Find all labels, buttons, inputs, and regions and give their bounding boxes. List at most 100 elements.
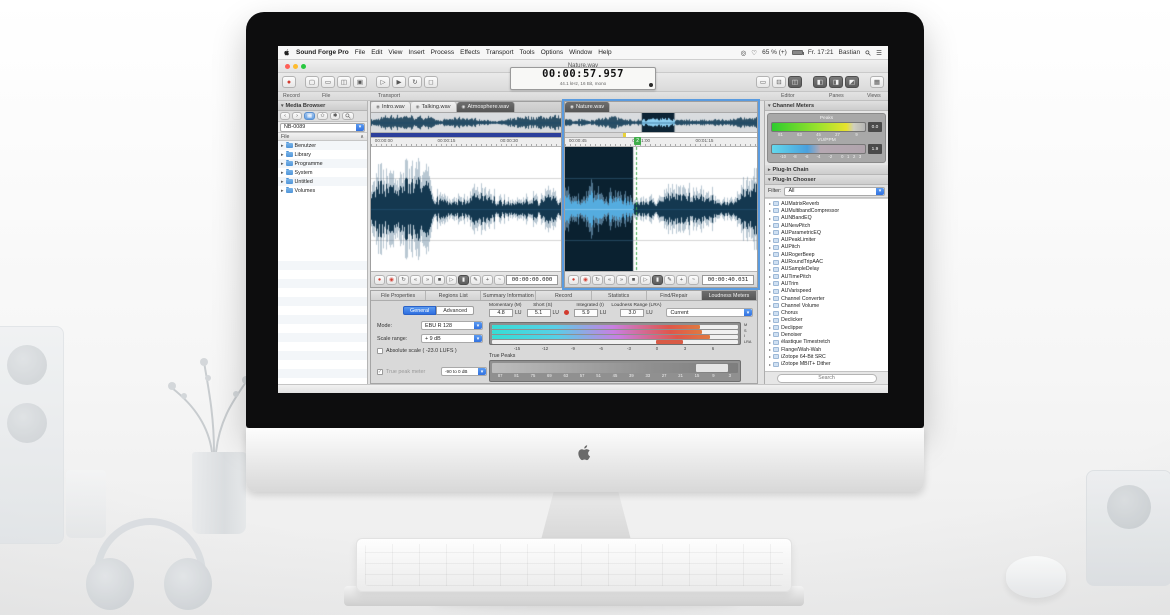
plugin-item[interactable]: ▸ Flange/Wah-Wah bbox=[765, 346, 888, 353]
channel-meters-header[interactable]: ▾ Channel Meters bbox=[765, 101, 888, 111]
time-display[interactable]: 00:00:57.957 44.1 kHz, 16 Bit, mono bbox=[510, 67, 656, 90]
menu-item[interactable]: Window bbox=[569, 49, 592, 56]
time-display-knob[interactable] bbox=[649, 83, 653, 87]
target-icon[interactable]: ◎ bbox=[741, 49, 747, 57]
device-select[interactable]: NB-0089 ▾ bbox=[280, 123, 365, 132]
plugin-item[interactable]: ▸ AURogerBeep bbox=[765, 251, 888, 258]
loop-button[interactable]: ↻ bbox=[408, 76, 422, 88]
disclosure-icon[interactable]: ▸ bbox=[281, 161, 284, 167]
menu-item[interactable]: Help bbox=[598, 49, 611, 56]
disclosure-icon[interactable]: ▸ bbox=[769, 303, 771, 308]
disclosure-icon[interactable]: ▸ bbox=[769, 216, 771, 221]
bottom-panel-tab[interactable]: Summary Information bbox=[481, 291, 536, 300]
disclosure-icon[interactable]: ▸ bbox=[769, 238, 771, 243]
plugin-search-input[interactable] bbox=[777, 374, 877, 383]
general-button[interactable]: General bbox=[403, 306, 436, 315]
media-browser-header[interactable]: ▾ Media Browser bbox=[278, 101, 367, 111]
disclosure-icon[interactable]: ▸ bbox=[769, 208, 771, 213]
rec-button[interactable]: ● bbox=[374, 275, 385, 285]
disclosure-icon[interactable]: ▸ bbox=[769, 332, 771, 337]
editor0-time-ruler[interactable]: 00:00:0000:00:1500:00:30 bbox=[371, 138, 561, 147]
save-as-button[interactable]: ▣ bbox=[353, 76, 367, 88]
tab-close-icon[interactable]: ◉ bbox=[570, 104, 574, 110]
peaks-value[interactable]: 0.0 bbox=[868, 122, 882, 132]
disclosure-icon[interactable]: ▸ bbox=[769, 340, 771, 345]
menu-item[interactable]: Process bbox=[431, 49, 454, 56]
new-file-button[interactable]: ▢ bbox=[305, 76, 319, 88]
position-cursor[interactable] bbox=[623, 133, 626, 137]
true-peak-range-select[interactable]: -90 to 0 dB ▾ bbox=[441, 367, 487, 376]
folder-row[interactable]: ▸ Volumes bbox=[278, 186, 367, 195]
editor0-waveform[interactable] bbox=[371, 147, 561, 271]
plugin-item[interactable]: ▸ AUVarispeed bbox=[765, 288, 888, 295]
disclosure-icon[interactable]: ▸ bbox=[769, 325, 771, 330]
disclosure-icon[interactable]: ▸ bbox=[769, 281, 771, 286]
menu-user[interactable]: Bastian bbox=[838, 49, 860, 56]
rec-arm-button[interactable]: ◉ bbox=[386, 275, 397, 285]
true-peak-checkbox[interactable]: ✓ bbox=[377, 369, 383, 375]
play-playback-button[interactable]: ▷ bbox=[640, 275, 651, 285]
envelope-tool-button[interactable]: ~ bbox=[688, 275, 699, 285]
editor-dual-button[interactable]: ◫ bbox=[788, 76, 802, 88]
disclosure-icon[interactable]: ▸ bbox=[769, 296, 771, 301]
menu-item[interactable]: File bbox=[355, 49, 365, 56]
pencil-tool-button[interactable]: ✎ bbox=[470, 275, 481, 285]
disclosure-icon[interactable]: ▸ bbox=[281, 170, 284, 176]
document-tab[interactable]: ◉ Intro.wav bbox=[371, 102, 411, 112]
plugin-item[interactable]: ▸ AUMultibandCompressor bbox=[765, 207, 888, 214]
plugin-item[interactable]: ▸ AUNBandEQ bbox=[765, 215, 888, 222]
disclosure-icon[interactable]: ▸ bbox=[281, 152, 284, 158]
vu-value[interactable]: 1.9 bbox=[868, 144, 882, 154]
menu-item[interactable]: Tools bbox=[520, 49, 535, 56]
menu-item[interactable]: Edit bbox=[371, 49, 382, 56]
plugin-item[interactable]: ▸ iZotope 64-Bit SRC bbox=[765, 353, 888, 360]
folder-row[interactable]: ▸ Library bbox=[278, 150, 367, 159]
play-button[interactable]: ▷ bbox=[376, 76, 390, 88]
plugin-item[interactable]: ▸ Chorus bbox=[765, 309, 888, 316]
record-button[interactable]: ● bbox=[282, 76, 296, 88]
plugin-chooser-header[interactable]: ▾ Plug-In Chooser bbox=[765, 175, 888, 185]
disclosure-icon[interactable]: ▸ bbox=[769, 354, 771, 359]
notification-center-icon[interactable]: ☰ bbox=[876, 49, 882, 57]
disclosure-icon[interactable]: ▸ bbox=[769, 260, 771, 265]
document-tab[interactable]: ◉ Atmosphere.wav bbox=[457, 102, 516, 112]
disclosure-icon[interactable]: ▸ bbox=[769, 252, 771, 257]
editor1-position-readout[interactable]: 00:00:40.031 bbox=[702, 275, 754, 285]
plugin-item[interactable]: ▸ Denoiser bbox=[765, 331, 888, 338]
plugin-item[interactable]: ▸ AURoundTripAAC bbox=[765, 258, 888, 265]
integrating-record-icon[interactable] bbox=[564, 310, 569, 315]
heart-icon[interactable]: ♡ bbox=[751, 49, 757, 57]
plugin-item[interactable]: ▸ Channel Converter bbox=[765, 295, 888, 302]
bottom-panel-tab[interactable]: Regions List bbox=[426, 291, 481, 300]
disclosure-icon[interactable]: ▸ bbox=[769, 201, 771, 206]
scale-range-select[interactable]: + 9 dB ▾ bbox=[421, 334, 483, 343]
app-name[interactable]: Sound Forge Pro bbox=[296, 49, 349, 56]
mode-select[interactable]: EBU R 128 ▾ bbox=[421, 321, 483, 330]
plugin-item[interactable]: ▸ AUPeakLimiter bbox=[765, 236, 888, 243]
plugin-item[interactable]: ▸ AUNewPitch bbox=[765, 222, 888, 229]
envelope-tool-button[interactable]: ~ bbox=[494, 275, 505, 285]
editor1-time-ruler[interactable]: 2 00:00:4500:01:0000:01:15 bbox=[565, 138, 757, 147]
disclosure-icon[interactable]: ▸ bbox=[769, 274, 771, 279]
settings-button[interactable]: ✱ bbox=[330, 112, 341, 120]
browser-search-button[interactable] bbox=[342, 112, 354, 120]
plugin-item[interactable]: ▸ AUTrim bbox=[765, 280, 888, 287]
plugin-item[interactable]: ▸ élastique Timestretch bbox=[765, 339, 888, 346]
pane-left-button[interactable]: ◧ bbox=[813, 76, 827, 88]
play-all-button[interactable]: ▶ bbox=[392, 76, 406, 88]
plugin-item[interactable]: ▸ Channel Volume bbox=[765, 302, 888, 309]
go-start-button[interactable]: « bbox=[604, 275, 615, 285]
plugin-item[interactable]: ▸ AUPitch bbox=[765, 244, 888, 251]
rec-arm-button[interactable]: ◉ bbox=[580, 275, 591, 285]
tab-close-icon[interactable]: ◉ bbox=[376, 104, 380, 110]
editor-single-button[interactable]: ▭ bbox=[756, 76, 770, 88]
plugin-item[interactable]: ▸ iZotope MBIT+ Dither bbox=[765, 361, 888, 368]
pane-right-button[interactable]: ◩ bbox=[845, 76, 859, 88]
stop-button[interactable]: ◻ bbox=[424, 76, 438, 88]
menu-item[interactable]: Transport bbox=[486, 49, 514, 56]
editor1-overview-strip[interactable] bbox=[565, 113, 757, 133]
disclosure-icon[interactable]: ▸ bbox=[769, 347, 771, 352]
stop-playback-button[interactable]: ■ bbox=[434, 275, 445, 285]
disclosure-icon[interactable]: ▸ bbox=[281, 179, 284, 185]
bottom-panel-tab[interactable]: Find/Repair bbox=[647, 291, 702, 300]
